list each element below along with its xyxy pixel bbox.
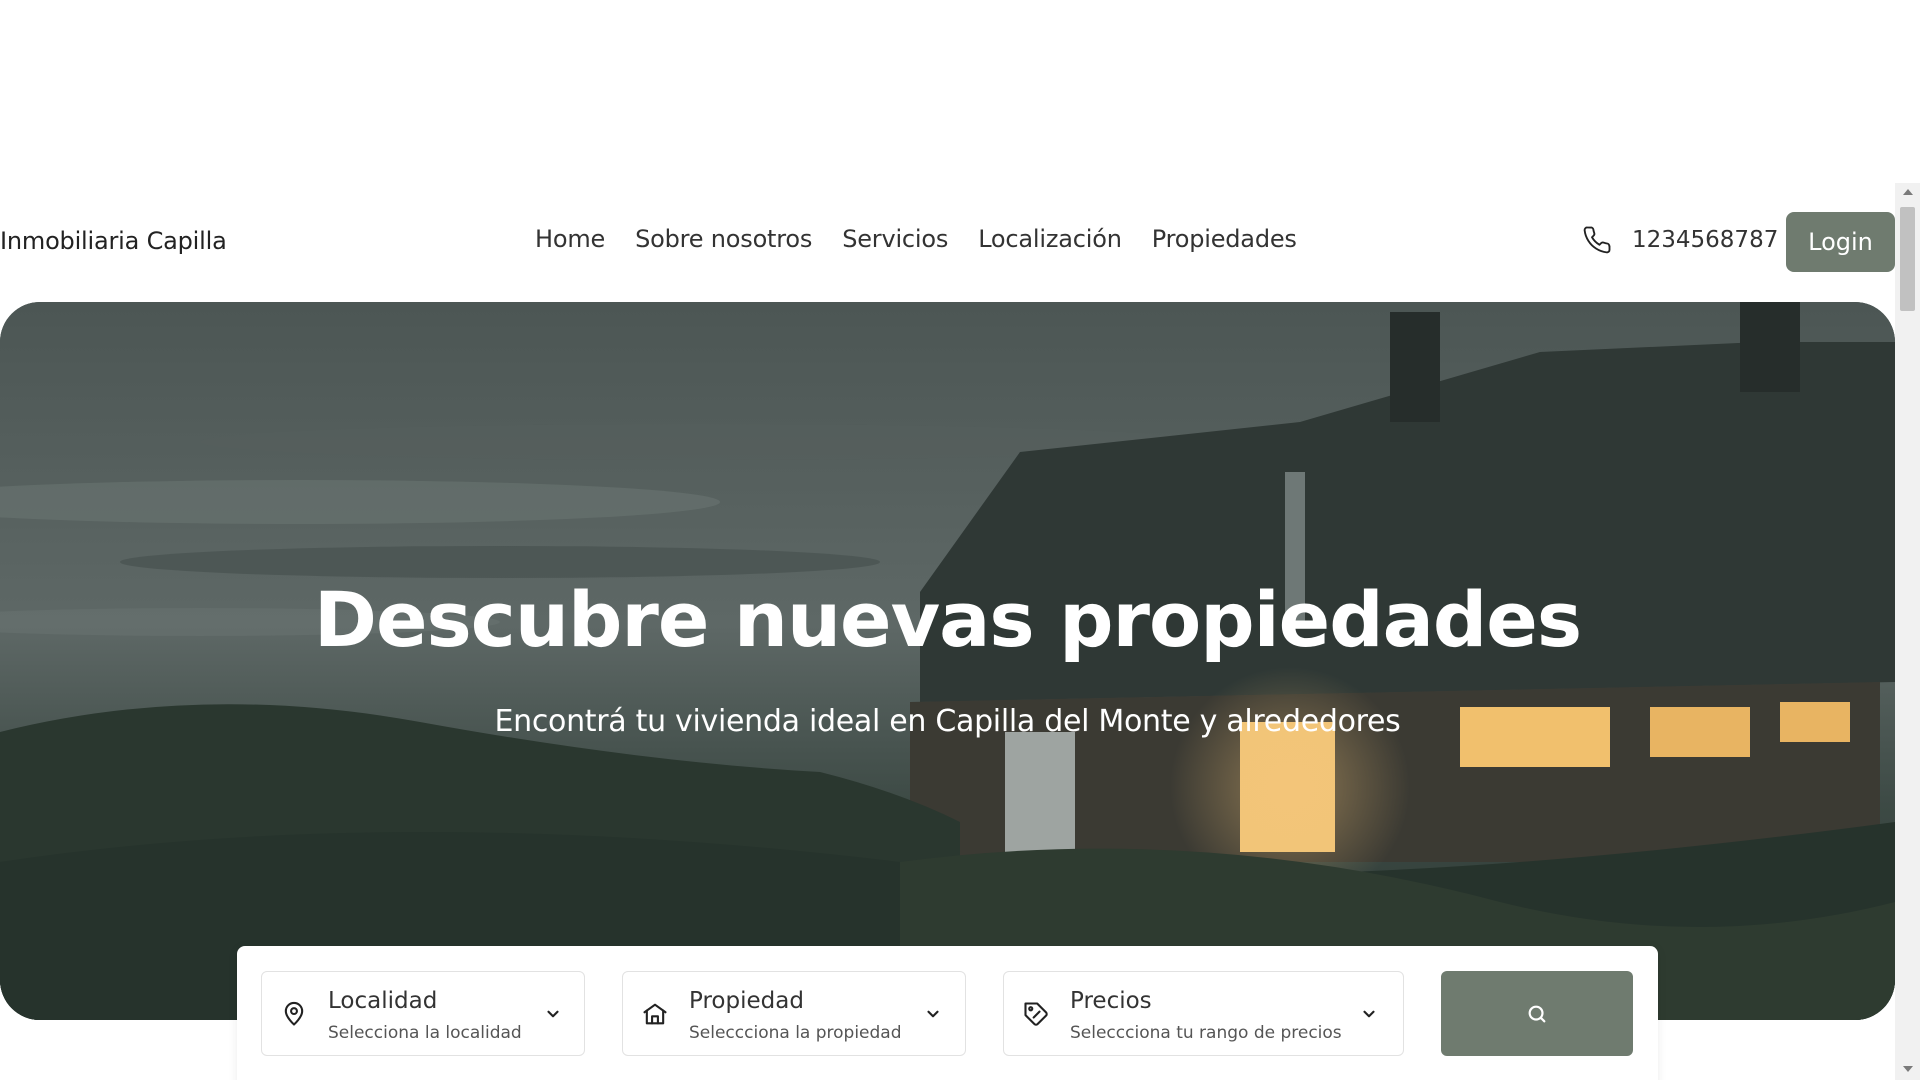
nav-link-servicios[interactable]: Servicios bbox=[842, 225, 948, 253]
propiedad-select[interactable]: Propiedad Seleccciona la propiedad bbox=[622, 971, 966, 1056]
precios-placeholder: Seleccciona tu rango de precios bbox=[1070, 1023, 1342, 1043]
page-scrollbar[interactable] bbox=[1895, 183, 1920, 1080]
precios-select[interactable]: Precios Seleccciona tu rango de precios bbox=[1003, 971, 1404, 1056]
search-button[interactable] bbox=[1441, 971, 1633, 1056]
nav-link-propiedades[interactable]: Propiedades bbox=[1152, 225, 1297, 253]
main-nav: Home Sobre nosotros Servicios Localizaci… bbox=[535, 225, 1297, 253]
propiedad-label: Propiedad bbox=[689, 988, 804, 1014]
login-button[interactable]: Login bbox=[1786, 212, 1895, 272]
chevron-down-icon bbox=[1363, 1010, 1375, 1018]
scrollbar-thumb[interactable] bbox=[1900, 207, 1915, 311]
propiedad-placeholder: Seleccciona la propiedad bbox=[689, 1023, 902, 1043]
location-pin-icon bbox=[284, 1001, 304, 1026]
chevron-down-icon bbox=[547, 1010, 559, 1018]
price-tag-icon bbox=[1024, 1002, 1048, 1026]
phone-icon bbox=[1583, 226, 1611, 254]
hero-banner: Descubre nuevas propiedades Encontrá tu … bbox=[0, 302, 1895, 1020]
phone-number[interactable]: 1234568787 bbox=[1632, 227, 1778, 253]
hero-title: Descubre nuevas propiedades bbox=[313, 575, 1582, 664]
scroll-down-arrow-icon[interactable] bbox=[1903, 1066, 1913, 1072]
property-search-panel: Localidad Selecciona la localidad Propie… bbox=[237, 946, 1658, 1080]
localidad-select[interactable]: Localidad Selecciona la localidad bbox=[261, 971, 585, 1056]
scroll-up-arrow-icon[interactable] bbox=[1903, 189, 1913, 195]
house-icon bbox=[643, 1003, 667, 1025]
nav-link-home[interactable]: Home bbox=[535, 225, 605, 253]
search-icon bbox=[1528, 1005, 1546, 1023]
localidad-placeholder: Selecciona la localidad bbox=[328, 1023, 522, 1043]
nav-link-localizacion[interactable]: Localización bbox=[978, 225, 1122, 253]
navbar: Inmobiliaria Capilla Home Sobre nosotros… bbox=[0, 205, 1895, 280]
nav-link-sobre-nosotros[interactable]: Sobre nosotros bbox=[635, 225, 812, 253]
precios-label: Precios bbox=[1070, 988, 1152, 1014]
hero-subtitle: Encontrá tu vivienda ideal en Capilla de… bbox=[494, 704, 1401, 739]
chevron-down-icon bbox=[927, 1010, 939, 1018]
localidad-label: Localidad bbox=[328, 988, 438, 1014]
brand-name[interactable]: Inmobiliaria Capilla bbox=[0, 227, 227, 255]
